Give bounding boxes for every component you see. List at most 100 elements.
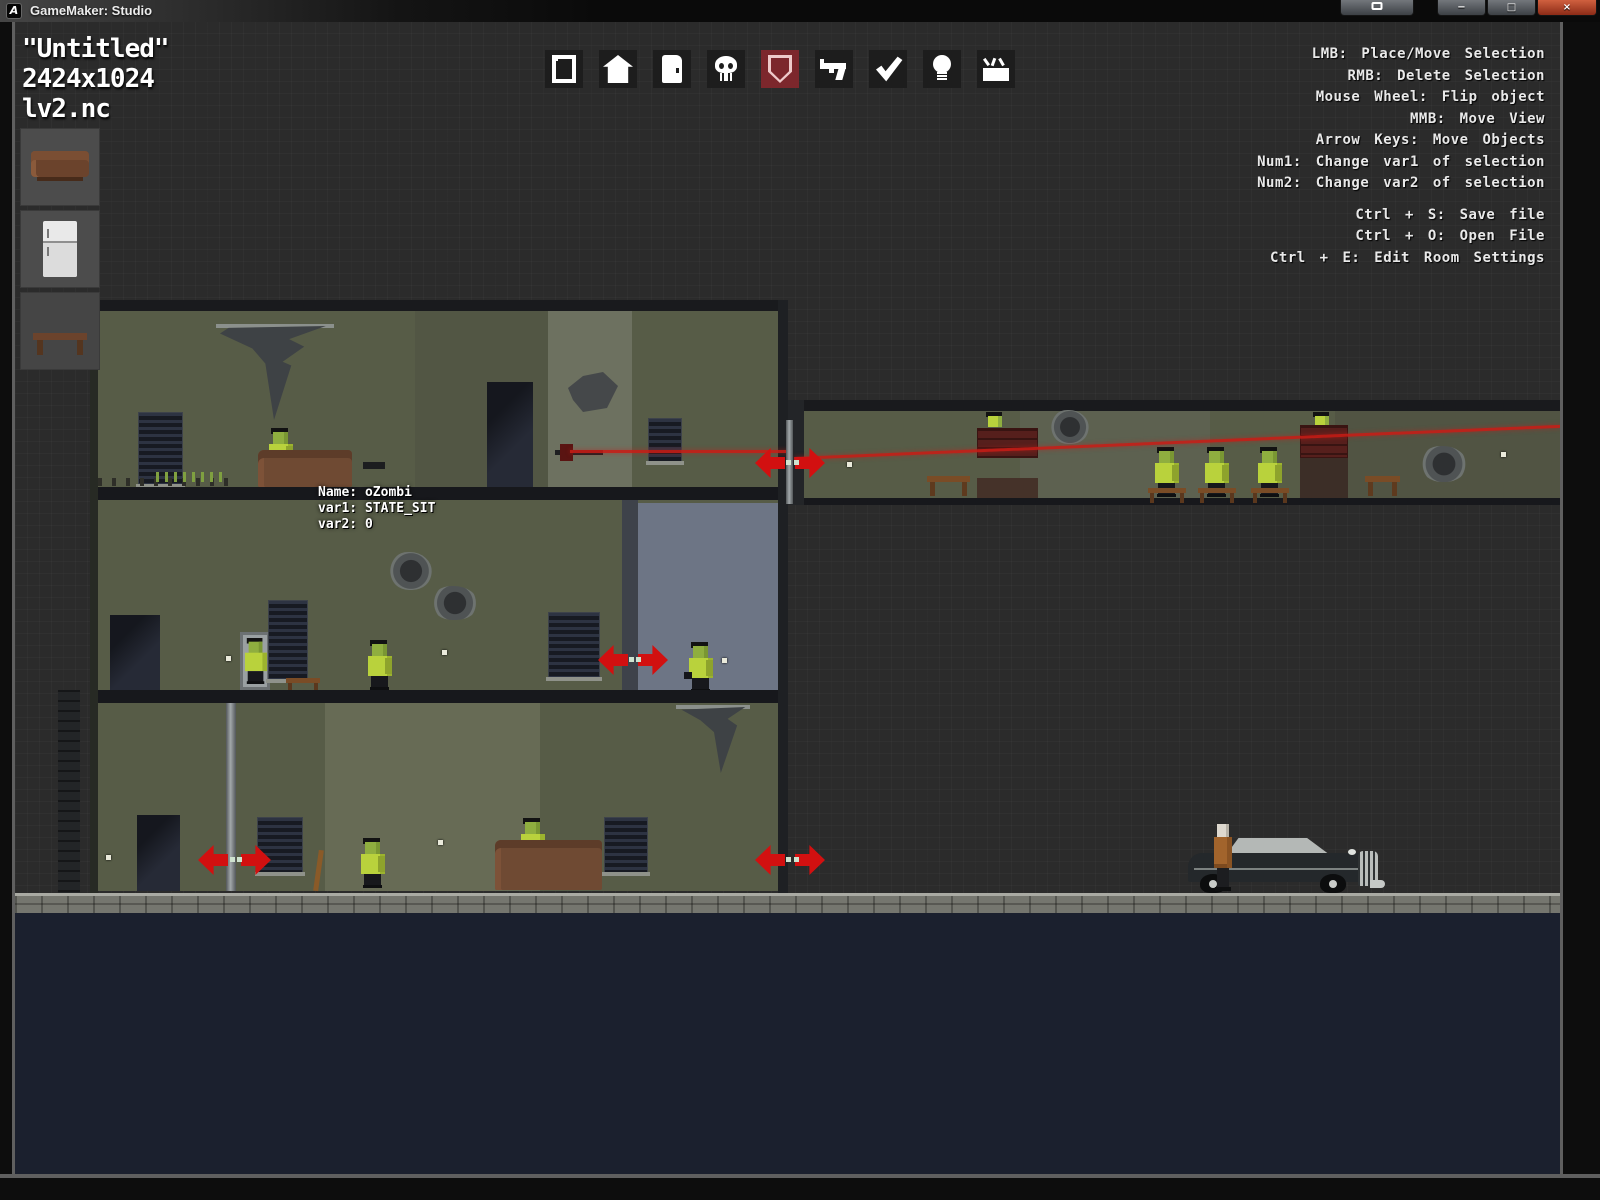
window-blinds[interactable] — [548, 612, 600, 678]
couch[interactable] — [258, 450, 352, 487]
room-file: lv2.nc — [22, 94, 169, 124]
couch-thumbnail-icon — [31, 151, 89, 177]
marker-dot[interactable] — [1501, 452, 1506, 457]
thumbnail-table[interactable] — [20, 292, 100, 370]
tool-zombie[interactable] — [707, 50, 745, 88]
window-title: GameMaker: Studio — [30, 3, 152, 18]
main-building — [90, 300, 788, 893]
survivor-character[interactable] — [1212, 824, 1234, 893]
crate-barricade[interactable] — [1300, 425, 1348, 458]
window-blinds-tall[interactable] — [268, 600, 308, 680]
tool-sandbag[interactable] — [977, 50, 1015, 88]
window-blinds[interactable] — [648, 418, 682, 462]
check-icon — [873, 55, 903, 83]
tool-frame[interactable] — [545, 50, 583, 88]
plant-debris[interactable] — [156, 472, 228, 482]
level-canvas[interactable]: "Untitled" 2424x1024 lv2.nc LMB: Place/M… — [15, 22, 1560, 1174]
survivor-feet — [1215, 887, 1231, 891]
gun-icon — [819, 55, 849, 83]
stool[interactable] — [1251, 488, 1289, 493]
connector-dot — [786, 857, 791, 862]
wall-hole — [1421, 446, 1467, 482]
floor-divider — [90, 487, 788, 500]
marker-dot[interactable] — [847, 462, 852, 467]
table[interactable] — [1365, 476, 1400, 482]
window-blinds[interactable] — [604, 817, 648, 873]
fridge-thumbnail-icon — [43, 221, 77, 277]
roof-edge — [90, 300, 788, 311]
help-line: Ctrl + E: Edit Room Settings — [1257, 248, 1545, 270]
exterior-pillar — [58, 690, 80, 893]
close-icon: × — [1563, 1, 1571, 15]
room-size: 2424x1024 — [22, 64, 169, 94]
object-tooltip: Name: oZombi var1: STATE_SIT var2: 0 — [318, 485, 435, 533]
marker-dot[interactable] — [722, 658, 727, 663]
tool-door[interactable] — [653, 50, 691, 88]
thumbnail-fridge[interactable] — [20, 210, 100, 288]
crate-barricade[interactable] — [977, 428, 1038, 458]
zombie[interactable] — [686, 642, 716, 692]
help-text: LMB: Place/Move Selection RMB: Delete Se… — [1257, 44, 1545, 269]
maximize-icon: □ — [1507, 1, 1516, 15]
held-gun — [684, 672, 692, 679]
connector-dot — [636, 657, 641, 662]
zombie[interactable] — [358, 838, 388, 888]
help-line: MMB: Move View — [1257, 109, 1545, 131]
tool-gun[interactable] — [815, 50, 853, 88]
tool-shield-selected[interactable] — [761, 50, 799, 88]
skull-icon — [714, 55, 738, 83]
connector-dot — [786, 460, 791, 465]
zombie[interactable] — [365, 640, 395, 690]
marker-dot[interactable] — [442, 650, 447, 655]
marker-dot[interactable] — [438, 840, 443, 845]
tooltip-var1: var1: STATE_SIT — [318, 501, 435, 517]
window-icon — [1372, 2, 1383, 10]
app-logo-icon: A — [6, 3, 22, 19]
transition-arrow-right[interactable] — [795, 845, 825, 875]
table[interactable] — [927, 476, 970, 482]
zombie-sitting[interactable] — [242, 638, 270, 684]
tooltip-name: Name: oZombi — [318, 485, 435, 501]
marker-dot[interactable] — [106, 855, 111, 860]
lightbulb-icon — [932, 55, 952, 83]
help-line: LMB: Place/Move Selection — [1257, 44, 1545, 66]
floor-divider — [90, 690, 788, 703]
connector-dot — [230, 857, 235, 862]
toolbar-window-button[interactable] — [1340, 0, 1414, 16]
maximize-button[interactable]: □ — [1487, 0, 1536, 16]
help-line: Num2: Change var2 of selection — [1257, 173, 1545, 195]
door[interactable] — [137, 815, 180, 891]
tool-light[interactable] — [923, 50, 961, 88]
frame-icon — [552, 55, 576, 83]
car-headlight — [1348, 849, 1356, 855]
stool[interactable] — [1148, 488, 1186, 493]
sidewalk — [15, 893, 1560, 913]
zombie-behind-crate[interactable] — [985, 412, 1005, 428]
couch[interactable] — [495, 840, 602, 890]
wall-hole — [390, 552, 432, 590]
dropped-gun[interactable] — [363, 462, 385, 469]
crate-low[interactable] — [1300, 458, 1348, 498]
stool[interactable] — [286, 678, 320, 683]
help-line: RMB: Delete Selection — [1257, 66, 1545, 88]
door[interactable] — [487, 382, 533, 487]
wall-hole — [432, 586, 478, 620]
tool-check[interactable] — [869, 50, 907, 88]
marker-dot[interactable] — [226, 656, 231, 661]
minimize-button[interactable]: − — [1437, 0, 1486, 16]
close-button[interactable]: × — [1537, 0, 1597, 16]
crate-low[interactable] — [977, 478, 1038, 498]
thumbnail-couch[interactable] — [20, 128, 100, 206]
door-icon — [662, 55, 682, 83]
laser-line — [570, 450, 790, 453]
room-info: "Untitled" 2424x1024 lv2.nc — [22, 34, 169, 124]
stool[interactable] — [1198, 488, 1236, 493]
wall-hole — [1051, 410, 1089, 444]
house-icon — [603, 55, 633, 83]
window-border-bottom — [0, 1174, 1600, 1178]
window-border-right — [1560, 22, 1563, 1178]
car-wheel-rear — [1320, 874, 1346, 893]
tool-house[interactable] — [599, 50, 637, 88]
door[interactable] — [110, 615, 160, 690]
building-left-wall — [90, 300, 98, 893]
